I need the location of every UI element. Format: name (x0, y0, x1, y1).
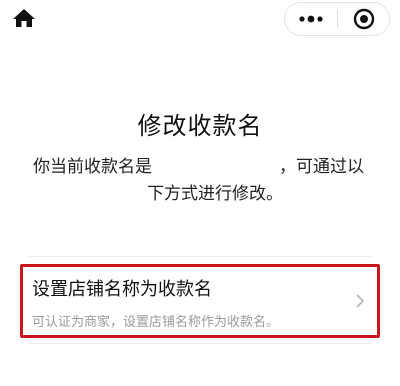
close-button[interactable] (338, 3, 389, 35)
divider (28, 256, 372, 257)
more-button[interactable] (285, 3, 337, 35)
description-line-1: 你当前收款名是 ，可通过以 (33, 154, 364, 181)
description-suffix: ，可通过以 (279, 157, 364, 177)
miniprogram-capsule (284, 2, 390, 36)
description-prefix: 你当前收款名是 (33, 157, 152, 177)
set-store-name-option[interactable]: 设置店铺名称为收款名 可认证为商家，设置店铺名称作为收款名。 (20, 264, 380, 338)
page-title: 修改收款名 (137, 112, 263, 140)
option-subtitle: 可认证为商家，设置店铺名称作为收款名。 (32, 315, 280, 330)
home-icon (13, 9, 35, 27)
target-close-icon (353, 8, 374, 30)
more-dots-icon (299, 15, 323, 23)
option-title: 设置店铺名称为收款名 (32, 279, 212, 300)
description-line-2: 下方式进行修改。 (147, 184, 283, 204)
divider (28, 343, 372, 344)
home-button[interactable] (12, 8, 36, 28)
chevron-right-icon (356, 294, 365, 308)
